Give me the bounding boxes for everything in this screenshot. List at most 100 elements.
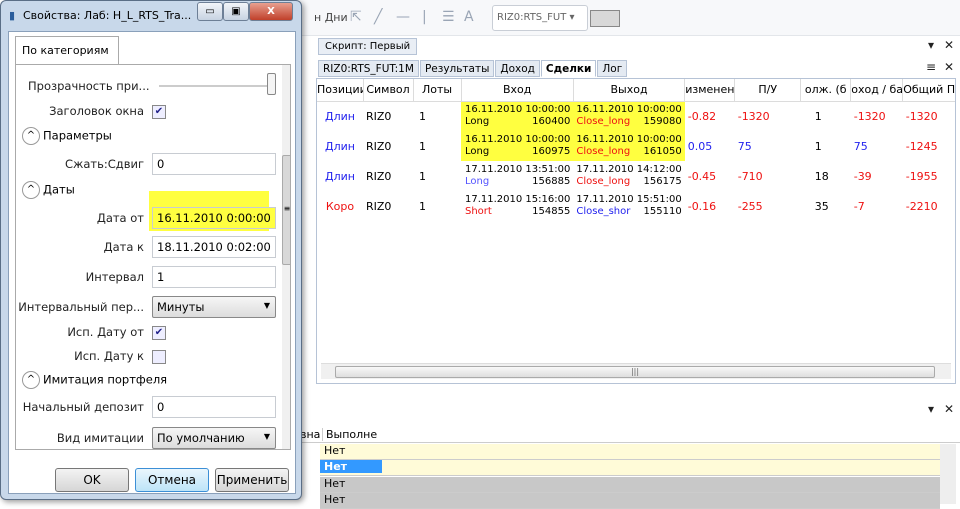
orders-vertical-scrollbar[interactable]: [940, 444, 956, 504]
cell-in_price: 160975: [532, 146, 571, 157]
cell-out_price: 155110: [643, 206, 682, 217]
transparency-slider[interactable]: [159, 85, 269, 87]
cell-in_date: 17.11.2010 13:51:00: [465, 164, 571, 175]
symbol-combo[interactable]: RIZ0:RTS_FUT ▾: [492, 5, 588, 31]
cell-pos: Длин: [325, 139, 355, 153]
orders-close-icon[interactable]: ✕: [944, 402, 954, 416]
order-row[interactable]: Нет: [320, 444, 940, 460]
interval-label: Интервал: [85, 270, 144, 284]
minimize-button[interactable]: ▭: [197, 2, 223, 21]
cell-out_price: 156175: [643, 176, 682, 187]
horizontal-line-icon[interactable]: —: [396, 9, 410, 25]
table-row[interactable]: Длин RIZ0 1 17.11.2010 13:51:00 Long 156885 …: [317, 161, 955, 191]
cell-pl_bar: -1320: [853, 109, 886, 123]
cell-pl: -1320: [737, 109, 770, 123]
date-to-input[interactable]: 18.11.2010 0:02:00: [152, 236, 276, 258]
cell-total: -1320: [905, 109, 938, 123]
col-header[interactable]: Общий П/У: [902, 79, 955, 102]
shift-input[interactable]: 0: [152, 153, 276, 175]
cell-executed: Нет: [320, 444, 346, 457]
cell-lots: 1: [419, 109, 426, 123]
script-panel-tab[interactable]: Скрипт: Первый: [318, 38, 418, 55]
date-from-label: Дата от: [96, 211, 144, 225]
tab-trades[interactable]: Сделки: [540, 60, 597, 77]
cell-pl_bar: -7: [853, 199, 865, 213]
use-date-to-checkbox[interactable]: [152, 350, 166, 364]
cell-sym: RIZ0: [366, 109, 392, 123]
orders-menu-icon[interactable]: ▾: [928, 402, 934, 416]
use-date-from-checkbox[interactable]: ✔: [152, 326, 166, 340]
col-header[interactable]: Выход: [573, 79, 686, 102]
interval-input[interactable]: 1: [152, 266, 276, 288]
transparency-label: Прозрачность при...: [28, 79, 150, 93]
col-header[interactable]: Позиции: [317, 79, 364, 102]
scrollbar-thumb[interactable]: ≡: [282, 155, 290, 265]
col-header[interactable]: оход / ба: [850, 79, 904, 102]
col-header[interactable]: П/У: [734, 79, 802, 102]
period-select[interactable]: Минуты: [152, 296, 276, 318]
date-from-input[interactable]: 16.11.2010 0:00:00: [152, 207, 276, 229]
cell-out_price: 159080: [643, 116, 682, 128]
order-row[interactable]: Нет: [320, 493, 940, 509]
section-dates[interactable]: ^ Даты: [22, 181, 75, 199]
close-button[interactable]: X: [249, 2, 293, 21]
col-header[interactable]: Символ: [363, 79, 414, 102]
tab-by-category[interactable]: По категориям: [15, 36, 119, 64]
col-header[interactable]: Вход: [461, 79, 574, 102]
deposit-input[interactable]: 0: [152, 396, 276, 418]
vertical-scrollbar[interactable]: ≡: [282, 65, 290, 449]
tab-results[interactable]: Результаты: [419, 60, 495, 77]
text-tool-icon[interactable]: A: [464, 9, 474, 25]
table-row[interactable]: Длин RIZ0 1 16.11.2010 10:00:00 Long 160975 …: [317, 131, 955, 161]
tab-log[interactable]: Лог: [597, 60, 628, 77]
order-row[interactable]: Нет: [320, 477, 940, 493]
cell-lots: 1: [419, 169, 426, 183]
panel-menu-icon[interactable]: ▾: [928, 38, 934, 52]
cell-in_date: 17.11.2010 15:16:00: [465, 194, 571, 205]
vertical-line-icon[interactable]: |: [422, 9, 427, 25]
scrollbar-thumb[interactable]: |||: [335, 366, 935, 378]
deposit-label: Начальный депозит: [22, 400, 144, 414]
horizontal-scrollbar[interactable]: |||: [321, 363, 951, 379]
cell-lots: 1: [419, 139, 426, 153]
section-portfolio[interactable]: ^ Имитация портфеля: [22, 371, 167, 389]
apply-button[interactable]: Применить: [215, 468, 289, 492]
cell-sym: RIZ0: [366, 199, 392, 213]
col-header[interactable]: олж. (б: [800, 79, 852, 102]
tabs-close-icon[interactable]: ✕: [944, 60, 954, 74]
col-header-executed[interactable]: Выполне: [322, 428, 382, 441]
cell-in_type: Long: [465, 146, 490, 157]
order-row-selected[interactable]: Нет: [320, 460, 940, 476]
cursor-icon[interactable]: ⇱: [350, 9, 362, 25]
window-title-checkbox[interactable]: ✔: [152, 105, 166, 119]
cancel-button[interactable]: Отмена: [135, 468, 209, 492]
panel-close-icon[interactable]: ✕: [944, 38, 954, 52]
col-header[interactable]: вна: [300, 428, 320, 441]
period-label: Интервальный пер...: [18, 300, 144, 314]
cell-out_date: 17.11.2010 15:51:00: [576, 194, 682, 205]
ok-button[interactable]: OK: [55, 468, 129, 492]
cell-executed: Нет: [320, 460, 382, 473]
table-row[interactable]: Длин RIZ0 1 16.11.2010 10:00:00 Long 160400 …: [317, 101, 955, 131]
cell-out_type: Close_long: [576, 116, 631, 128]
color-picker[interactable]: [590, 10, 620, 27]
tab-income[interactable]: Доход: [495, 60, 540, 77]
cell-in_date: 16.11.2010 10:00:00: [465, 134, 571, 145]
line-tool-icon[interactable]: ╱: [374, 9, 382, 25]
result-tabs: RIZ0:RTS_FUT:1M Результаты Доход Сделки …: [318, 60, 628, 77]
cell-pos: Длин: [325, 109, 355, 123]
symbol-combo-value: RIZ0:RTS_FUT: [497, 12, 567, 23]
simulation-select[interactable]: По умолчанию: [152, 427, 276, 449]
cell-executed: Нет: [324, 477, 346, 490]
table-row[interactable]: Коро RIZ0 1 17.11.2010 15:16:00 Short 154855…: [317, 191, 955, 221]
dialog-body: По категориям Прозрачность при... Заголо…: [8, 31, 296, 494]
cell-chg: 0.05: [687, 139, 713, 153]
col-header[interactable]: Лоты: [413, 79, 462, 102]
tab-chart[interactable]: RIZ0:RTS_FUT:1M: [318, 60, 419, 77]
fibonacci-icon[interactable]: ☰: [442, 9, 455, 25]
tabs-menu-icon[interactable]: ≡: [926, 60, 936, 74]
col-header[interactable]: изменен: [684, 79, 736, 102]
slider-thumb[interactable]: [267, 73, 276, 95]
section-parameters[interactable]: ^ Параметры: [22, 127, 112, 145]
maximize-button[interactable]: ▣: [223, 2, 249, 21]
